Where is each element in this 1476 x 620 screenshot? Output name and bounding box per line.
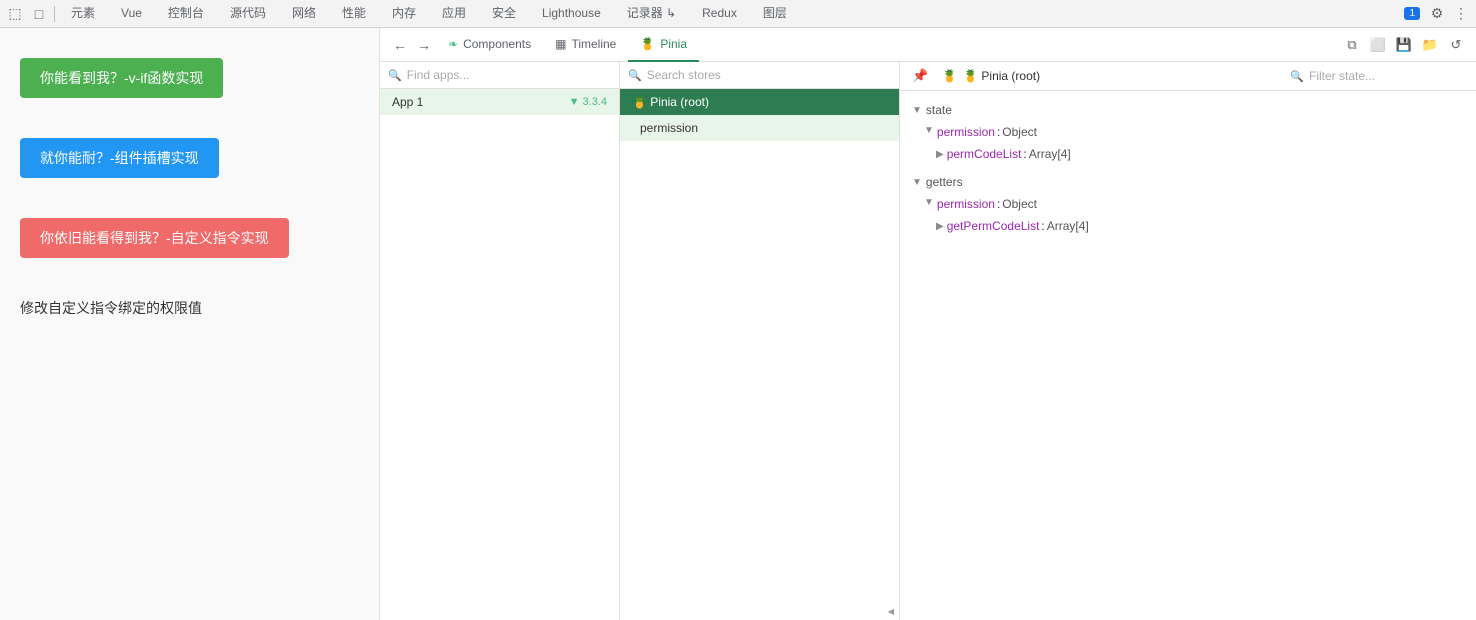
vue-tab-bar: ← → ❧ Components ▦ Timeline 🍍 Pinia ⧉ ⬜ … — [380, 28, 1476, 62]
perm-code-list-value: Array[4] — [1029, 145, 1071, 163]
sources-tab[interactable]: 源代码 — [218, 0, 278, 31]
pinia-icon: 🍍 — [640, 37, 655, 51]
state-permission-item: ▼ permission : Object — [924, 123, 1464, 141]
settings-icon[interactable]: ⚙ — [1426, 3, 1448, 25]
timeline-icon: ▦ — [555, 37, 566, 51]
permission-expand-icon[interactable]: ▼ — [924, 123, 934, 138]
app-description-text: 修改自定义指令绑定的权限值 — [20, 298, 202, 318]
inspect-icon[interactable]: ⬚ — [4, 3, 26, 25]
state-content: ▼ state ▼ permission : Object ▶ permCode… — [900, 91, 1476, 620]
stores-panel: 🔍 🍍 Pinia (root) permission — [620, 62, 900, 620]
pinia-tab[interactable]: 🍍 Pinia — [628, 28, 699, 62]
clipboard-button[interactable]: ⬜ — [1366, 33, 1390, 57]
resize-handle[interactable] — [887, 607, 895, 616]
components-tab[interactable]: ❧ Components — [436, 28, 543, 62]
timeline-tab[interactable]: ▦ Timeline — [543, 28, 628, 62]
getters-permission-key: permission — [937, 195, 995, 213]
app-viewport: 你能看到我？-v-if函数实现 就你能耐？-组件插槽实现 你依旧能看得到我？-自… — [0, 28, 380, 620]
app-1-item[interactable]: App 1 ▼ 3.3.4 — [380, 89, 619, 115]
back-button[interactable]: ← — [388, 33, 412, 57]
permission-key: permission — [937, 123, 995, 141]
console-tab[interactable]: 控制台 — [156, 0, 216, 31]
perm-code-list-expand-icon[interactable]: ▶ — [936, 147, 944, 162]
memory-tab[interactable]: 内存 — [380, 0, 428, 31]
pinia-root-store-item[interactable]: 🍍 Pinia (root) — [620, 89, 899, 115]
getters-permission-value: Object — [1002, 195, 1037, 213]
state-panel: 📌 🍍 🍍 Pinia (root) 🔍 ▼ state — [900, 62, 1476, 620]
device-icon[interactable]: □ — [28, 3, 50, 25]
lighthouse-tab[interactable]: Lighthouse — [530, 0, 613, 31]
perm-code-list-item: ▶ permCodeList : Array[4] — [936, 145, 1464, 163]
permission-store-item[interactable]: permission — [620, 115, 899, 141]
getters-arrow-icon: ▼ — [912, 177, 922, 188]
pin-icon[interactable]: 📌 — [912, 68, 928, 84]
apps-search-bar: 🔍 — [380, 62, 619, 89]
filter-state-bar: 🔍 — [1290, 69, 1464, 83]
getters-section-label: getters — [926, 175, 963, 189]
getters-section-header[interactable]: ▼ getters — [912, 175, 1464, 189]
copy-button[interactable]: ⧉ — [1340, 33, 1364, 57]
security-tab[interactable]: 安全 — [480, 0, 528, 31]
badge: 1 — [1404, 7, 1420, 20]
elements-tab[interactable]: 元素 — [59, 0, 107, 31]
components-icon: ❧ — [448, 37, 458, 51]
store-title: 🍍 🍍 Pinia (root) — [942, 69, 1040, 83]
perm-code-list-key: permCodeList — [947, 145, 1022, 163]
vue-logo-icon: ▼ — [569, 96, 580, 108]
app-1-label: App 1 — [392, 95, 563, 109]
getters-permission-expand-icon[interactable]: ▼ — [924, 195, 934, 210]
v-if-button[interactable]: 你能看到我？-v-if函数实现 — [20, 58, 223, 98]
state-header: 📌 🍍 🍍 Pinia (root) 🔍 — [900, 62, 1476, 91]
application-tab[interactable]: 应用 — [430, 0, 478, 31]
apps-panel: 🔍 App 1 ▼ 3.3.4 — [380, 62, 620, 620]
state-section-header[interactable]: ▼ state — [912, 103, 1464, 117]
apps-search-input[interactable] — [407, 68, 611, 82]
getters-permission-item: ▼ permission : Object — [924, 195, 1464, 213]
get-perm-code-list-value: Array[4] — [1047, 217, 1089, 235]
performance-tab[interactable]: 性能 — [330, 0, 378, 31]
forward-button[interactable]: → — [412, 33, 436, 57]
toolbar-separator — [54, 6, 55, 22]
get-perm-code-list-item: ▶ getPermCodeList : Array[4] — [936, 217, 1464, 235]
directive-button[interactable]: 你依旧能看得到我？-自定义指令实现 — [20, 218, 289, 258]
recorder-tab[interactable]: 记录器 ↳ — [615, 0, 688, 31]
refresh-button[interactable]: ↺ — [1444, 33, 1468, 57]
pinia-root-store-label: 🍍 Pinia (root) — [632, 95, 709, 109]
get-perm-code-list-expand-icon[interactable]: ▶ — [936, 219, 944, 234]
layers-tab[interactable]: 图层 — [751, 0, 799, 31]
slot-button[interactable]: 就你能耐？-组件插槽实现 — [20, 138, 219, 178]
redux-tab[interactable]: Redux — [690, 0, 749, 31]
save-button[interactable]: 💾 — [1392, 33, 1416, 57]
permission-value: Object — [1002, 123, 1037, 141]
search-icon: 🔍 — [388, 69, 402, 82]
filter-state-input[interactable] — [1309, 69, 1464, 83]
filter-search-icon: 🔍 — [1290, 70, 1304, 83]
pinia-title-icon: 🍍 — [942, 69, 957, 83]
folder-button[interactable]: 📁 — [1418, 33, 1442, 57]
devtools-toolbar: ⬚ □ 元素 Vue 控制台 源代码 网络 性能 内存 应用 安全 Lighth… — [0, 0, 1476, 28]
stores-search-icon: 🔍 — [628, 69, 642, 82]
main-content: 🔍 App 1 ▼ 3.3.4 🔍 🍍 Pin — [380, 62, 1476, 620]
vue-version-badge: ▼ 3.3.4 — [569, 96, 607, 108]
stores-search-input[interactable] — [647, 68, 891, 82]
stores-search-bar: 🔍 — [620, 62, 899, 89]
get-perm-code-list-key: getPermCodeList — [947, 217, 1040, 235]
permission-store-label: permission — [640, 121, 698, 135]
state-section-label: state — [926, 103, 952, 117]
network-tab[interactable]: 网络 — [280, 0, 328, 31]
more-icon[interactable]: ⋮ — [1450, 3, 1472, 25]
state-arrow-icon: ▼ — [912, 105, 922, 116]
vue-dev-tab[interactable]: Vue — [109, 0, 154, 31]
